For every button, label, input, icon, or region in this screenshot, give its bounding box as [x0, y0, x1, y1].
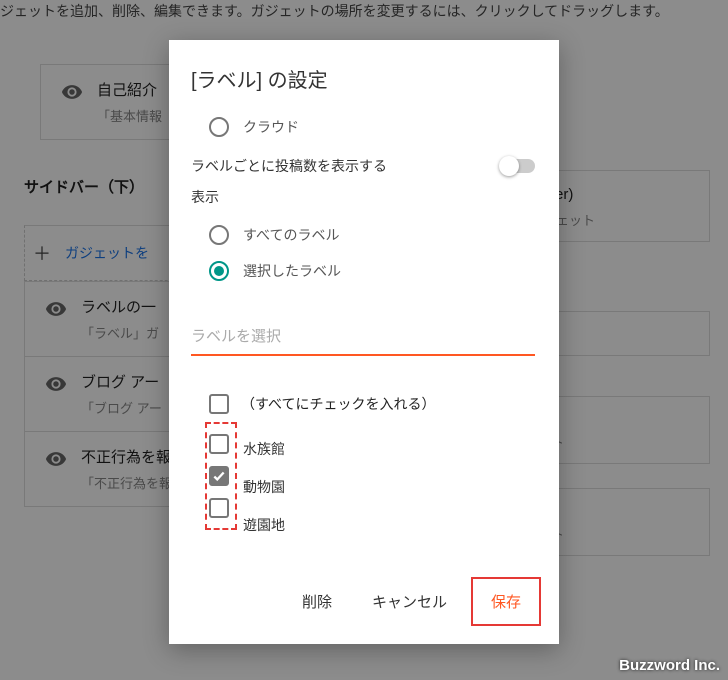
checkbox-icon — [209, 434, 229, 454]
radio-icon — [209, 117, 229, 137]
checkbox-icon — [209, 498, 229, 518]
dialog-body[interactable]: クラウド ラベルごとに投稿数を表示する 表示 すべてのラベル 選択したラベル ラ… — [169, 109, 559, 563]
annotation-save-highlight: 保存 — [471, 577, 541, 626]
dialog-footer: 削除 キャンセル 保存 — [169, 563, 559, 644]
credit-text: Buzzword Inc. — [619, 657, 720, 674]
show-section-label: 表示 — [191, 187, 535, 207]
radio-label: すべてのラベル — [243, 225, 339, 245]
label-settings-dialog: [ラベル] の設定 クラウド ラベルごとに投稿数を表示する 表示 すべてのラベル… — [169, 40, 559, 644]
checkbox-icon — [209, 394, 229, 414]
radio-icon — [209, 225, 229, 245]
toggle-knob-icon — [499, 156, 519, 176]
cancel-button[interactable]: キャンセル — [356, 581, 463, 622]
label-checkbox-amusement[interactable] — [209, 492, 233, 524]
label-text: 水族館 — [243, 430, 285, 468]
annotation-highlight-box — [205, 422, 237, 530]
radio-label: クラウド — [243, 117, 299, 137]
checkbox-icon-checked — [209, 466, 229, 486]
check-all-label: （すべてにチェックを入れる） — [241, 394, 435, 414]
delete-button[interactable]: 削除 — [286, 581, 348, 622]
radio-option-cloud[interactable]: クラウド — [191, 109, 535, 145]
save-button[interactable]: 保存 — [475, 581, 537, 622]
label-text: 動物園 — [243, 468, 285, 506]
radio-option-selected-labels[interactable]: 選択したラベル — [191, 253, 535, 289]
dialog-title: [ラベル] の設定 — [169, 40, 559, 109]
label-select-input[interactable]: ラベルを選択 — [191, 317, 535, 356]
label-text: 遊園地 — [243, 506, 285, 544]
toggle-label: ラベルごとに投稿数を表示する — [191, 155, 387, 179]
radio-option-all-labels[interactable]: すべてのラベル — [191, 217, 535, 253]
check-all-row[interactable]: （すべてにチェックを入れる） — [191, 386, 535, 422]
label-checkbox-zoo[interactable] — [209, 460, 233, 492]
post-count-toggle[interactable] — [501, 159, 535, 173]
radio-label: 選択したラベル — [243, 261, 341, 281]
label-checkbox-aquarium[interactable] — [209, 428, 233, 460]
radio-icon-selected — [209, 261, 229, 281]
